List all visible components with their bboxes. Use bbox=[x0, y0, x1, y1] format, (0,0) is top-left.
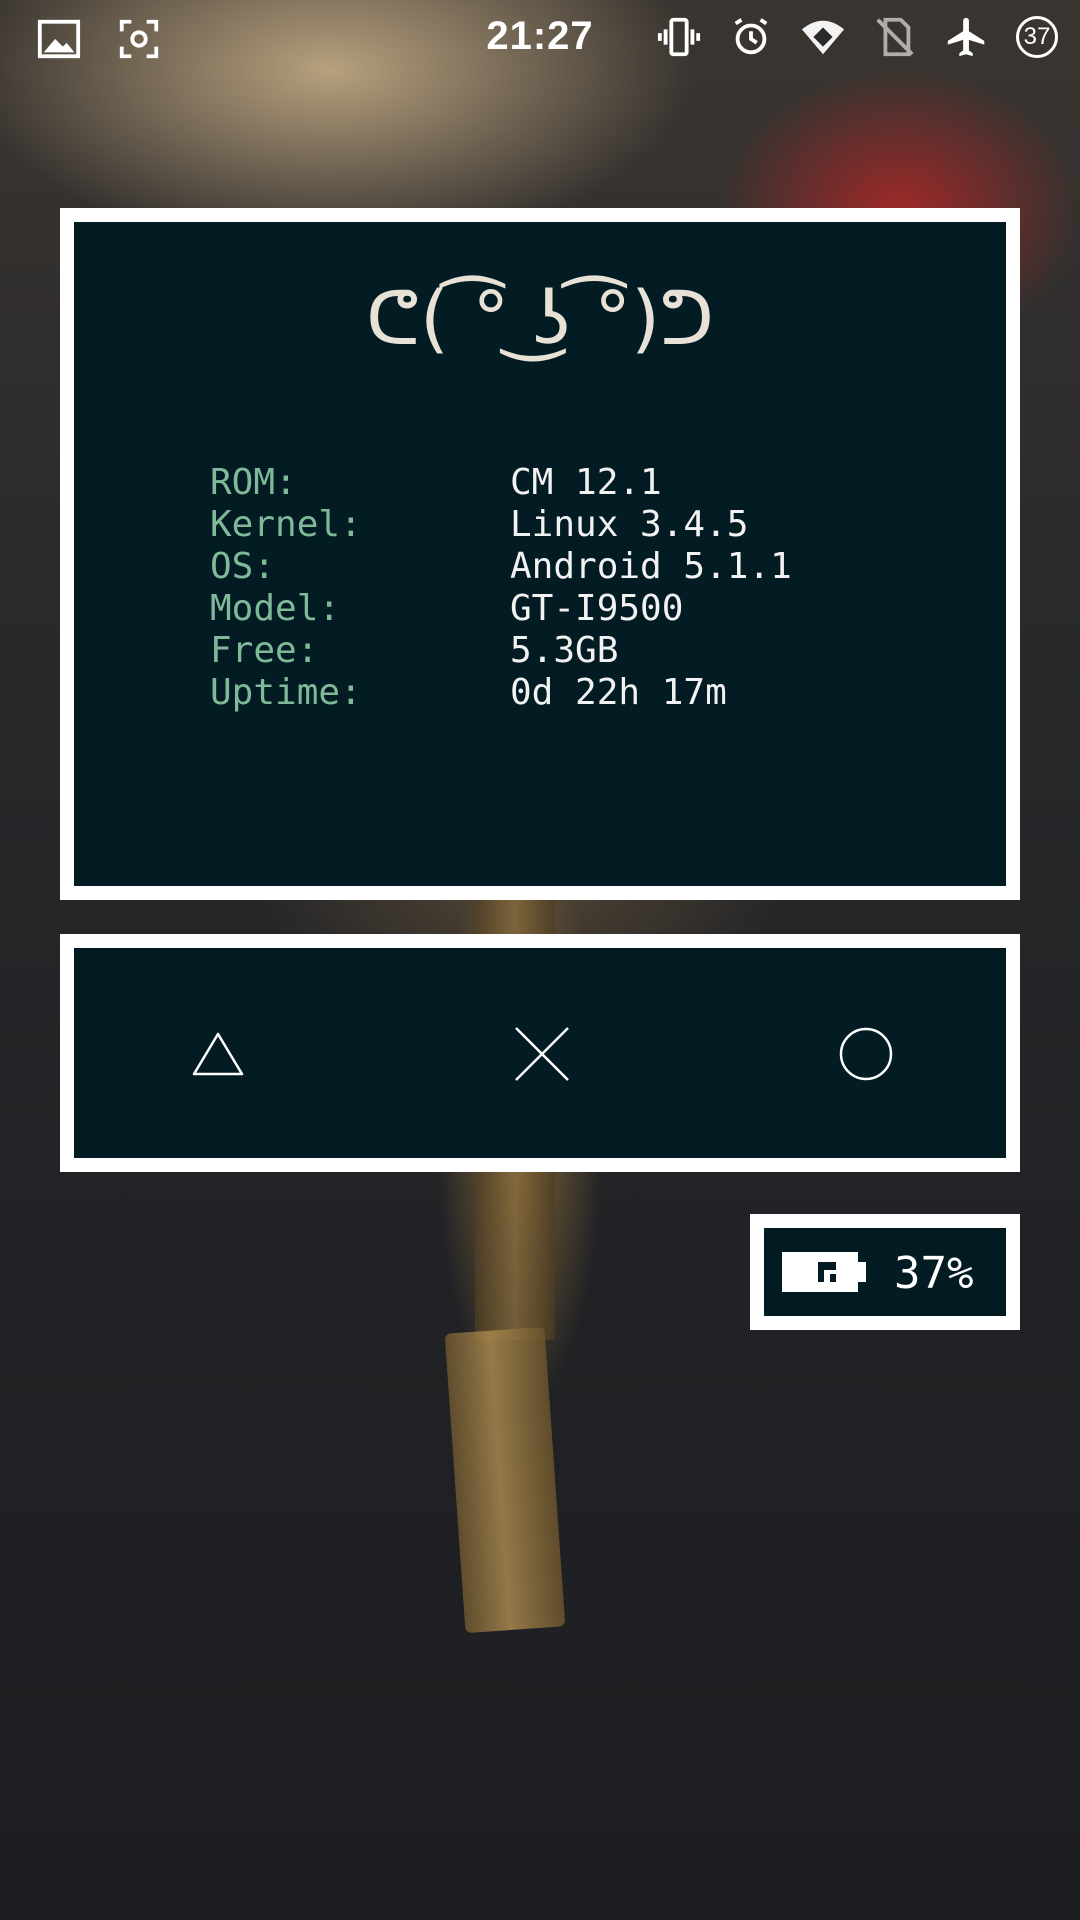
cross-icon bbox=[515, 1027, 569, 1081]
airplane-icon bbox=[944, 14, 990, 60]
system-info-widget[interactable]: ᕦ( ͡° ͜ʖ ͡°)ᕤ ROM: CM 12.1 Kernel: Linux 3.… bbox=[60, 208, 1020, 900]
wifi-icon bbox=[800, 14, 846, 60]
circle-button[interactable] bbox=[830, 1018, 902, 1090]
cross-button[interactable] bbox=[506, 1018, 578, 1090]
info-row: Kernel: Linux 3.4.5 bbox=[210, 504, 792, 546]
navigation-widget bbox=[60, 934, 1020, 1172]
triangle-button[interactable] bbox=[182, 1018, 254, 1090]
battery-icon bbox=[782, 1252, 866, 1292]
info-key: OS: bbox=[210, 546, 276, 587]
triangle-icon bbox=[192, 1032, 244, 1076]
info-row: ROM: CM 12.1 bbox=[210, 462, 792, 504]
info-value: CM 12.1 bbox=[510, 462, 662, 503]
info-row: Model: GT-I9500 bbox=[210, 588, 792, 630]
info-row: OS: Android 5.1.1 bbox=[210, 546, 792, 588]
status-bar: 21:27 37 bbox=[0, 0, 1080, 78]
info-key: Uptime: bbox=[210, 672, 362, 713]
info-key: Model: bbox=[210, 588, 341, 629]
lenny-face: ᕦ( ͡° ͜ʖ ͡°)ᕤ bbox=[365, 276, 715, 362]
vibrate-icon bbox=[656, 14, 702, 60]
battery-badge: 37 bbox=[1016, 16, 1058, 58]
info-row: Free: 5.3GB bbox=[210, 630, 792, 672]
info-key: Kernel: bbox=[210, 504, 362, 545]
circle-icon bbox=[839, 1027, 893, 1081]
info-value: Linux 3.4.5 bbox=[510, 504, 749, 545]
info-value: Android 5.1.1 bbox=[510, 546, 792, 587]
system-info-table: ROM: CM 12.1 Kernel: Linux 3.4.5 OS: Android … bbox=[210, 462, 792, 714]
info-row: Uptime: 0d 22h 17m bbox=[210, 672, 792, 714]
battery-percent: 37% bbox=[894, 1248, 974, 1299]
info-value: 0d 22h 17m bbox=[510, 672, 727, 713]
no-sim-icon bbox=[872, 14, 918, 60]
info-value: GT-I9500 bbox=[510, 588, 684, 629]
battery-widget[interactable]: 37% bbox=[750, 1214, 1020, 1330]
status-right-icons: 37 bbox=[656, 14, 1058, 60]
alarm-icon bbox=[728, 14, 774, 60]
wallpaper-detail bbox=[444, 1326, 566, 1634]
info-key: Free: bbox=[210, 630, 319, 671]
info-value: 5.3GB bbox=[510, 630, 619, 671]
info-key: ROM: bbox=[210, 462, 297, 503]
